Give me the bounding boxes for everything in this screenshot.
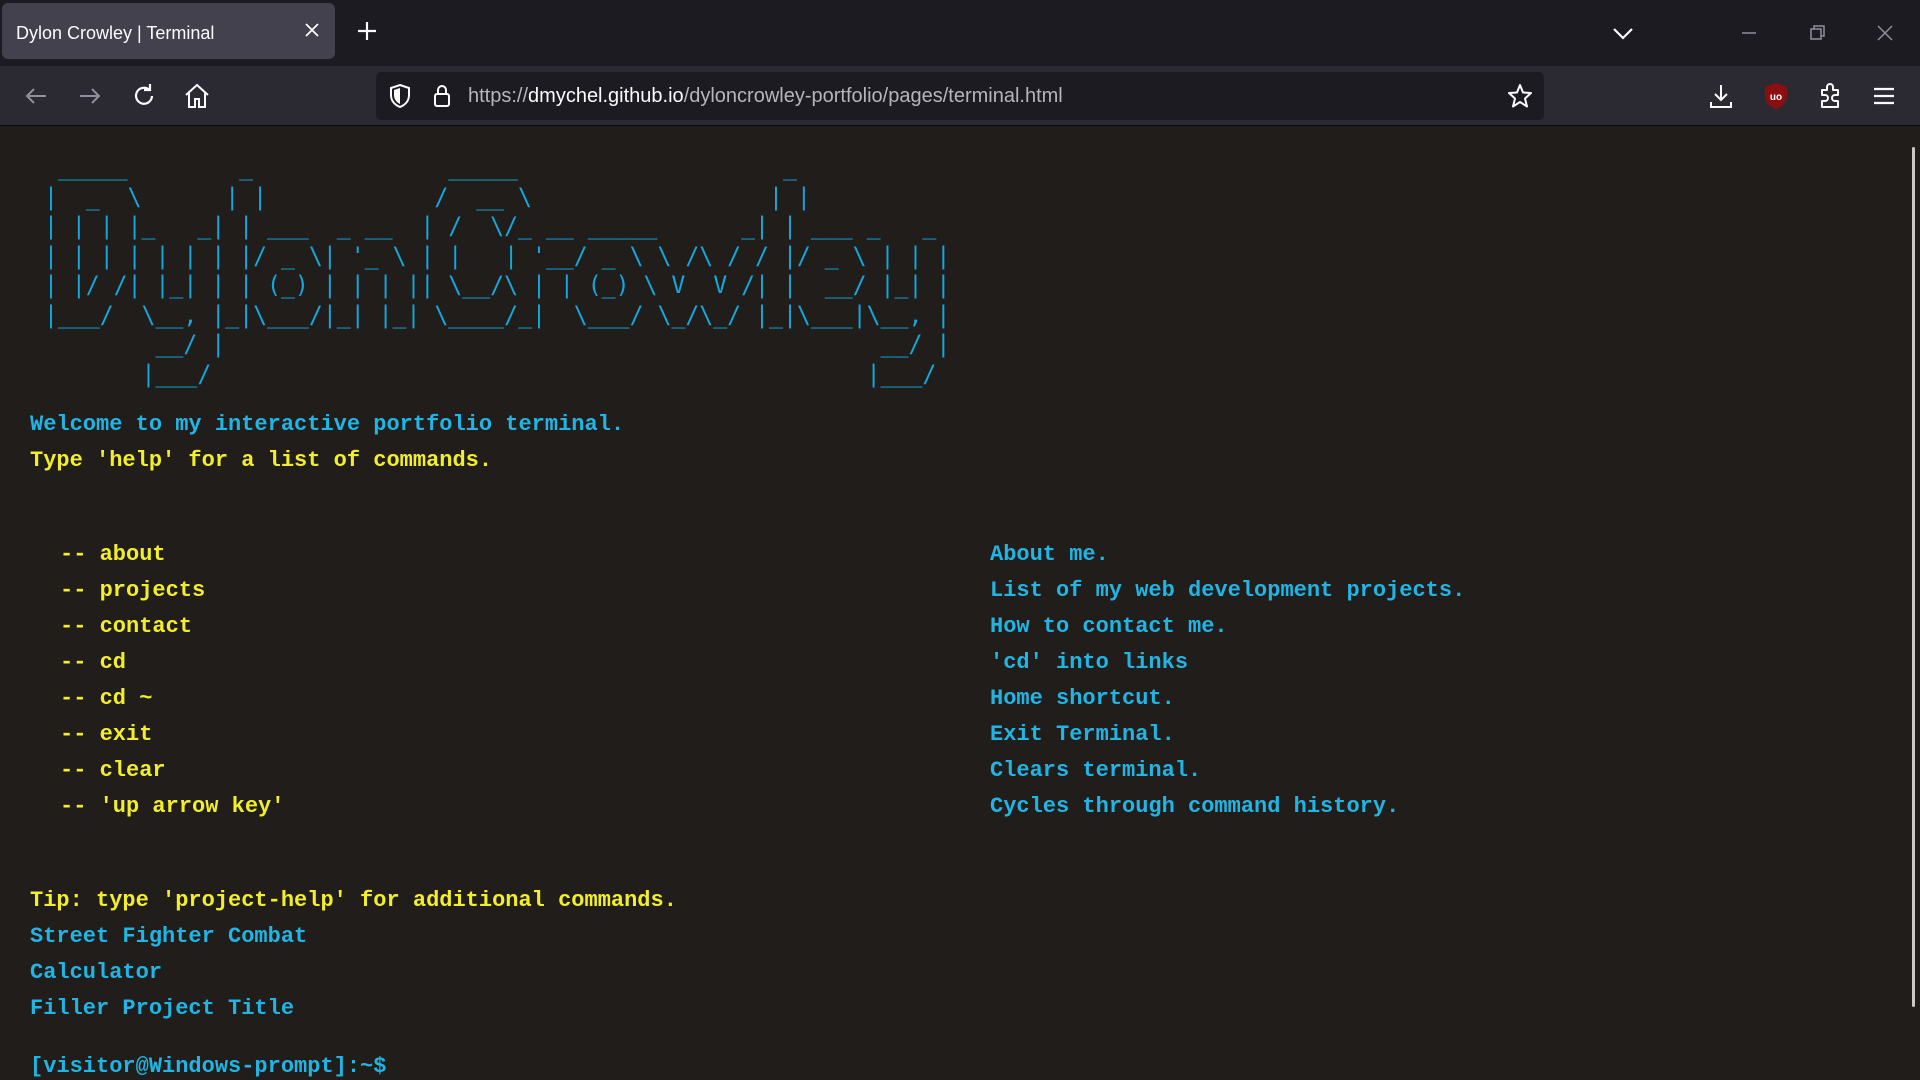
home-icon[interactable] xyxy=(181,80,213,112)
welcome-line: Welcome to my interactive portfolio term… xyxy=(30,412,625,437)
reload-icon[interactable] xyxy=(128,80,160,112)
url-path: /dyloncrowley-portfolio/pages/terminal.h… xyxy=(683,85,1063,107)
command-row: -- cd 'cd' into links xyxy=(30,645,1890,681)
arrow-right-icon[interactable] xyxy=(74,80,106,112)
command-name: -- cd xyxy=(60,650,127,675)
scrollbar[interactable] xyxy=(1912,147,1915,1007)
tab-title: Dylon Crowley | Terminal xyxy=(16,23,215,43)
project-item[interactable]: Calculator xyxy=(30,955,1890,991)
command-row: -- exit Exit Terminal. xyxy=(30,717,1890,753)
url-scheme: https:// xyxy=(468,85,529,107)
active-tab[interactable]: Dylon Crowley | Terminal xyxy=(2,3,335,59)
nav-toolbar: https://dmychel.github.io/dyloncrowley-p… xyxy=(0,66,1920,126)
command-name: -- clear xyxy=(60,758,166,783)
command-row: -- projects List of my web development p… xyxy=(30,573,1890,609)
command-row: -- 'up arrow key' Cycles through command… xyxy=(30,789,1890,825)
command-name: -- cd ~ xyxy=(60,686,153,711)
url-domain: dmychel.github.io xyxy=(528,85,684,107)
hamburger-icon[interactable] xyxy=(1868,80,1900,112)
window-close-icon[interactable] xyxy=(1870,18,1900,48)
command-row: -- cd ~ Home shortcut. xyxy=(30,681,1890,717)
tip-line: Tip: type 'project-help' for additional … xyxy=(30,888,677,913)
command-name: -- 'up arrow key' xyxy=(60,794,285,819)
command-row: -- clear Clears terminal. xyxy=(30,753,1890,789)
download-icon[interactable] xyxy=(1705,80,1737,112)
star-icon[interactable] xyxy=(1506,82,1534,110)
ublock-icon[interactable]: uo xyxy=(1760,80,1792,112)
puzzle-icon[interactable] xyxy=(1814,80,1846,112)
restore-icon[interactable] xyxy=(1802,18,1832,48)
command-description: List of my web development projects. xyxy=(990,578,1466,603)
command-name: -- exit xyxy=(60,722,153,747)
help-hint-line: Type 'help' for a list of commands. xyxy=(30,448,493,473)
minimize-icon[interactable] xyxy=(1734,18,1764,48)
ascii-banner: _____ _ _____ _ | _ \ | | / __ \ | | | |… xyxy=(43,153,951,388)
command-description: How to contact me. xyxy=(990,614,1228,639)
command-description: Cycles through command history. xyxy=(990,794,1400,819)
command-row: -- about About me. xyxy=(30,537,1890,573)
shield-icon[interactable] xyxy=(386,82,414,110)
command-description: 'cd' into links xyxy=(990,650,1189,675)
chevron-down-icon[interactable] xyxy=(1608,18,1638,48)
project-item[interactable]: Street Fighter Combat xyxy=(30,919,1890,955)
arrow-left-icon[interactable] xyxy=(20,80,52,112)
url-text[interactable]: https://dmychel.github.io/dyloncrowley-p… xyxy=(468,85,1063,108)
url-bar[interactable]: https://dmychel.github.io/dyloncrowley-p… xyxy=(376,72,1544,120)
svg-text:uo: uo xyxy=(1770,92,1782,103)
tab-bar: Dylon Crowley | Terminal xyxy=(0,0,1920,66)
terminal-output: _____ _ _____ _ | _ \ | | / __ \ | | | |… xyxy=(30,153,1890,1080)
command-name: -- projects xyxy=(60,578,206,603)
command-description: About me. xyxy=(990,542,1109,567)
prompt-line: [visitor@Windows-prompt]:~$ xyxy=(30,1054,387,1079)
terminal-page[interactable]: _____ _ _____ _ | _ \ | | / __ \ | | | |… xyxy=(0,127,1920,1080)
command-row: -- contact How to contact me. xyxy=(30,609,1890,645)
command-description: Exit Terminal. xyxy=(990,722,1175,747)
plus-icon[interactable] xyxy=(352,16,382,46)
project-item[interactable]: Filler Project Title xyxy=(30,991,1890,1027)
command-name: -- about xyxy=(60,542,166,567)
command-list: -- about About me. -- projects List of m… xyxy=(30,537,1890,825)
command-description: Clears terminal. xyxy=(990,758,1202,783)
close-icon[interactable] xyxy=(299,17,325,43)
command-name: -- contact xyxy=(60,614,193,639)
command-description: Home shortcut. xyxy=(990,686,1175,711)
lock-icon[interactable] xyxy=(428,82,456,110)
